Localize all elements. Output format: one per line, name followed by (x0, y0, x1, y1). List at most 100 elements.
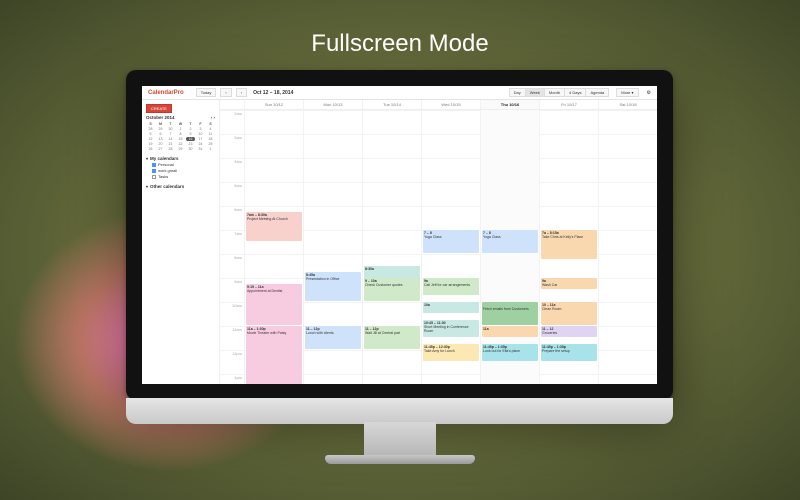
more-menu[interactable]: More ▾ (616, 88, 638, 97)
event-block[interactable]: 11a (482, 326, 538, 337)
mini-day[interactable]: 25 (206, 142, 215, 146)
day-column[interactable]: 8:45aPresentation in Office 11 – 12pLunch… (303, 110, 362, 384)
day-column[interactable]: 7a – 8:15aTake Chris at Kelly's Place 9aW… (539, 110, 598, 384)
view-day[interactable]: Day (509, 88, 526, 97)
mini-day[interactable]: 28 (166, 147, 175, 151)
mini-day[interactable]: 21 (166, 142, 175, 146)
mini-day[interactable]: 27 (156, 147, 165, 151)
mini-day[interactable]: 24 (196, 142, 205, 146)
mini-month-label: October 2014 (146, 115, 175, 120)
event-block[interactable]: 11 – 12pLunch with clients (305, 326, 361, 349)
calendar-item[interactable]: Tasks (152, 174, 215, 179)
mini-day[interactable]: 6 (156, 132, 165, 136)
mini-day[interactable]: 12 (146, 137, 155, 141)
my-calendars-header[interactable]: My calendars (146, 156, 215, 161)
gear-icon[interactable]: ⚙ (647, 90, 651, 96)
mini-day[interactable]: 18 (206, 137, 215, 141)
mini-weekday: M (156, 122, 165, 126)
day-header[interactable]: Tue 10/14 (362, 100, 421, 109)
mini-day[interactable]: 3 (196, 127, 205, 131)
day-header[interactable]: Fri 10/17 (539, 100, 598, 109)
mini-day[interactable]: 19 (146, 142, 155, 146)
event-block[interactable]: 7am – 8:30aProject Meeting At Church (246, 212, 302, 241)
next-button[interactable]: › (236, 88, 247, 97)
day-column[interactable]: 8:30a9 – 10aCheck Customer quotes11 – 12… (362, 110, 421, 384)
view-4days[interactable]: 4 Days (565, 88, 586, 97)
mini-day[interactable]: 13 (156, 137, 165, 141)
event-block[interactable]: 9aWash Car (541, 278, 597, 289)
event-block[interactable]: 11:45p – 12:30pTake Amy for Lunch (423, 344, 479, 361)
mini-day[interactable]: 11 (206, 132, 215, 136)
event-block[interactable]: 10a (423, 302, 479, 313)
event-block[interactable]: 11a – 1:30pMovie Theater with Patsy (246, 326, 302, 384)
today-button[interactable]: Today (196, 88, 217, 97)
event-block[interactable]: 11:45p – 1:35pLook out for Ella's place (482, 344, 538, 361)
mini-day[interactable]: 1 (206, 147, 215, 151)
checkbox-icon[interactable] (152, 175, 156, 179)
checkbox-icon[interactable] (152, 169, 156, 173)
event-block[interactable]: 7 – 8Yoga Class (482, 230, 538, 253)
day-header[interactable]: Mon 10/13 (303, 100, 362, 109)
event-block[interactable]: 11 – 12Groceries (541, 326, 597, 337)
day-header[interactable]: Sat 10/18 (598, 100, 657, 109)
calendar-item[interactable]: Personal (152, 162, 215, 167)
event-block[interactable]: 10:45 – 11:30Short Meeting in Conference… (423, 320, 479, 337)
calendar-label: Tasks (158, 174, 168, 179)
mini-day[interactable]: 2 (186, 127, 195, 131)
day-column[interactable] (598, 110, 657, 384)
monitor-stand (364, 422, 436, 458)
event-title: Check Customer quotes (365, 283, 403, 287)
event-title: Fetch emails from Customers (483, 307, 529, 311)
event-block[interactable]: Fetch emails from Customers (482, 302, 538, 325)
mini-day[interactable]: 26 (146, 147, 155, 151)
event-title: Take Chris at Kelly's Place (542, 235, 583, 239)
day-header[interactable]: Thu 10/16 (480, 100, 539, 109)
mini-day[interactable]: 16 (186, 137, 195, 141)
mini-day[interactable]: 10 (196, 132, 205, 136)
mini-day[interactable]: 29 (176, 147, 185, 151)
mini-day[interactable]: 5 (146, 132, 155, 136)
day-column[interactable]: 7 – 8Yoga Class Fetch emails from Custome… (480, 110, 539, 384)
event-block[interactable]: 10 – 11aClean Room (541, 302, 597, 325)
prev-button[interactable]: ‹ (220, 88, 231, 97)
event-block[interactable]: 9aCall Jeff for car arrangements (423, 278, 479, 295)
mini-day[interactable]: 20 (156, 142, 165, 146)
mini-day[interactable]: 4 (206, 127, 215, 131)
week-grid: Sun 10/12Mon 10/13Tue 10/14Wed 10/15Thu … (220, 100, 657, 384)
create-button[interactable]: CREATE (146, 104, 172, 113)
mini-day[interactable]: 9 (186, 132, 195, 136)
event-block[interactable]: 7 – 8Yoga Class (423, 230, 479, 253)
day-header[interactable]: Wed 10/15 (421, 100, 480, 109)
mini-day[interactable]: 1 (176, 127, 185, 131)
mini-day[interactable]: 30 (186, 147, 195, 151)
hour-area[interactable]: 2am3am4am5am6am7am8am9am10am11am12pm1pm2… (220, 110, 657, 384)
mini-day[interactable]: 8 (176, 132, 185, 136)
day-column[interactable]: 7am – 8:30aProject Meeting At Church 9:15… (244, 110, 303, 384)
mini-calendar[interactable]: SMTWTFS282930123456789101112131415161718… (146, 122, 215, 151)
event-block[interactable]: 8:45aPresentation in Office (305, 272, 361, 301)
mini-month-nav[interactable]: ‹ › (211, 115, 215, 120)
event-block[interactable]: 7a – 8:15aTake Chris at Kelly's Place (541, 230, 597, 259)
view-agenda[interactable]: Agenda (586, 88, 609, 97)
event-block[interactable]: 9:15 – 11aAppointment at Dentist (246, 284, 302, 325)
mini-day[interactable]: 29 (156, 127, 165, 131)
checkbox-icon[interactable] (152, 163, 156, 167)
mini-day[interactable]: 23 (186, 142, 195, 146)
mini-day[interactable]: 31 (196, 147, 205, 151)
mini-day[interactable]: 28 (146, 127, 155, 131)
mini-day[interactable]: 14 (166, 137, 175, 141)
view-week[interactable]: Week (526, 88, 545, 97)
mini-day[interactable]: 7 (166, 132, 175, 136)
other-calendars-header[interactable]: Other calendars (146, 184, 215, 189)
mini-day[interactable]: 17 (196, 137, 205, 141)
mini-day[interactable]: 15 (176, 137, 185, 141)
day-column[interactable]: 7 – 8Yoga Class 9aCall Jeff for car arran… (421, 110, 480, 384)
day-header[interactable]: Sun 10/12 (244, 100, 303, 109)
calendar-item[interactable]: work gmail (152, 168, 215, 173)
mini-day[interactable]: 30 (166, 127, 175, 131)
view-month[interactable]: Month (545, 88, 565, 97)
event-block[interactable]: 11 – 12pWait Jill at Central part (364, 326, 420, 349)
event-block[interactable]: 11:45p – 1:35pPrepare the setup (541, 344, 597, 361)
event-block[interactable]: 9 – 10aCheck Customer quotes (364, 278, 420, 301)
mini-day[interactable]: 22 (176, 142, 185, 146)
